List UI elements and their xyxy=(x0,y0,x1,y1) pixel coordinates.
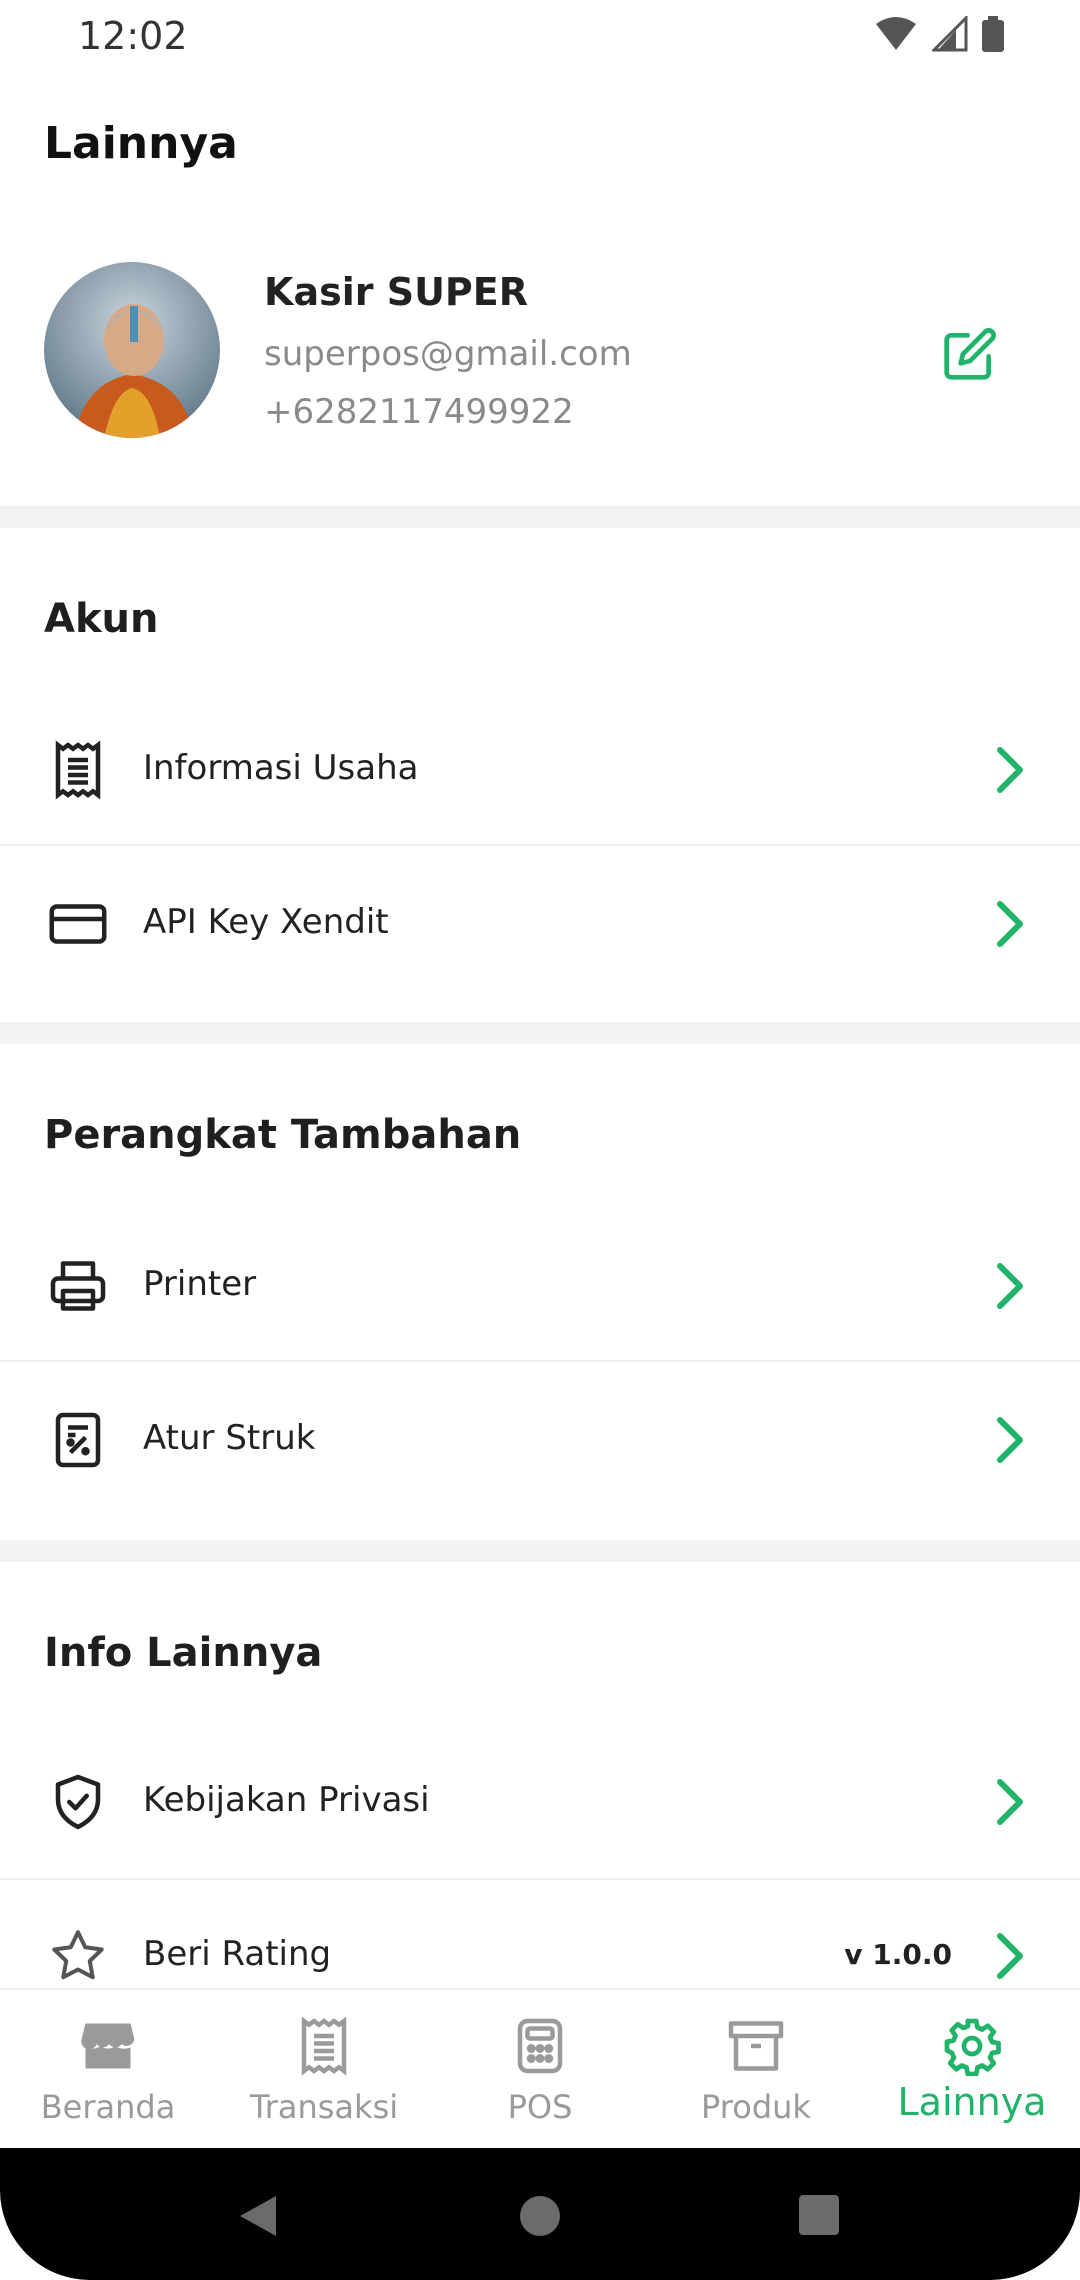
chevron-right-icon xyxy=(997,1779,1023,1825)
battery-icon xyxy=(982,16,1004,52)
star-icon xyxy=(52,1930,104,1980)
calculator-icon xyxy=(517,2018,563,2074)
app-version: v 1.0.0 xyxy=(844,1938,952,1971)
nav-item-transaksi[interactable]: Transaksi xyxy=(216,1990,432,2150)
menu-item-informasi-usaha[interactable]: Informasi Usaha xyxy=(0,694,1080,846)
nav-item-pos[interactable]: POS xyxy=(432,1990,648,2150)
back-icon[interactable] xyxy=(236,2194,280,2238)
receipt-icon xyxy=(55,740,101,800)
menu-item-label: API Key Xendit xyxy=(143,902,389,942)
chevron-right-icon xyxy=(997,747,1023,793)
menu-item-kebijakan-privasi[interactable]: Kebijakan Privasi xyxy=(0,1726,1080,1878)
menu-item-atur-struk[interactable]: Atur Struk xyxy=(0,1364,1080,1516)
archive-icon xyxy=(728,2021,784,2071)
chevron-right-icon xyxy=(997,901,1023,947)
nav-label: Beranda xyxy=(40,2088,176,2126)
receipt-icon xyxy=(301,2016,347,2076)
menu-item-label: Beri Rating xyxy=(143,1934,332,1974)
edit-profile-icon[interactable] xyxy=(942,326,998,382)
menu-item-label: Atur Struk xyxy=(143,1418,316,1458)
section-separator xyxy=(0,506,1080,528)
menu-item-label: Printer xyxy=(143,1264,257,1304)
nav-label: Transaksi xyxy=(249,2088,399,2126)
home-icon[interactable] xyxy=(518,2194,562,2238)
recents-icon[interactable] xyxy=(798,2194,840,2236)
menu-item-beri-rating[interactable]: Beri Rating v 1.0.0 xyxy=(0,1880,1080,1988)
shield-check-icon xyxy=(55,1774,101,1830)
store-icon xyxy=(81,2023,135,2069)
bottom-navigation: Beranda Transaksi POS Produk Lainnya xyxy=(0,1988,1080,2148)
wifi-icon xyxy=(876,17,916,50)
menu-item-label: Informasi Usaha xyxy=(143,748,419,788)
section-separator xyxy=(0,1540,1080,1562)
receipt-settings-icon xyxy=(55,1412,101,1468)
profile-name: Kasir SUPER xyxy=(264,270,528,314)
section-title-akun: Akun xyxy=(44,596,159,642)
signal-icon xyxy=(932,16,968,52)
gear-icon xyxy=(944,2018,1001,2076)
chevron-right-icon xyxy=(997,1417,1023,1463)
nav-label: Lainnya xyxy=(897,2080,1047,2124)
chevron-right-icon xyxy=(997,1263,1023,1309)
nav-label: Produk xyxy=(701,2088,811,2126)
page-title: Lainnya xyxy=(44,118,238,169)
menu-item-printer[interactable]: Printer xyxy=(0,1210,1080,1362)
nav-item-beranda[interactable]: Beranda xyxy=(0,1990,216,2150)
profile-phone: +6282117499922 xyxy=(264,392,574,432)
menu-item-label: Kebijakan Privasi xyxy=(143,1780,430,1820)
nav-item-produk[interactable]: Produk xyxy=(648,1990,864,2150)
profile-card: Kasir SUPER superpos@gmail.com +62821174… xyxy=(0,250,1080,505)
section-title-perangkat-tambahan: Perangkat Tambahan xyxy=(44,1112,522,1158)
menu-item-api-key-xendit[interactable]: API Key Xendit xyxy=(0,848,1080,1000)
section-separator xyxy=(0,1022,1080,1044)
chevron-right-icon xyxy=(997,1933,1023,1979)
credit-card-icon xyxy=(49,904,107,944)
avatar xyxy=(44,262,220,438)
section-title-info-lainnya: Info Lainnya xyxy=(44,1630,323,1676)
status-time: 12:02 xyxy=(78,14,188,58)
printer-icon xyxy=(50,1261,106,1311)
nav-item-lainnya[interactable]: Lainnya xyxy=(864,1990,1080,2150)
status-bar: 12:02 xyxy=(0,0,1080,72)
nav-label: POS xyxy=(507,2088,573,2126)
system-navigation-bar xyxy=(0,2148,1080,2280)
profile-email: superpos@gmail.com xyxy=(264,334,632,374)
